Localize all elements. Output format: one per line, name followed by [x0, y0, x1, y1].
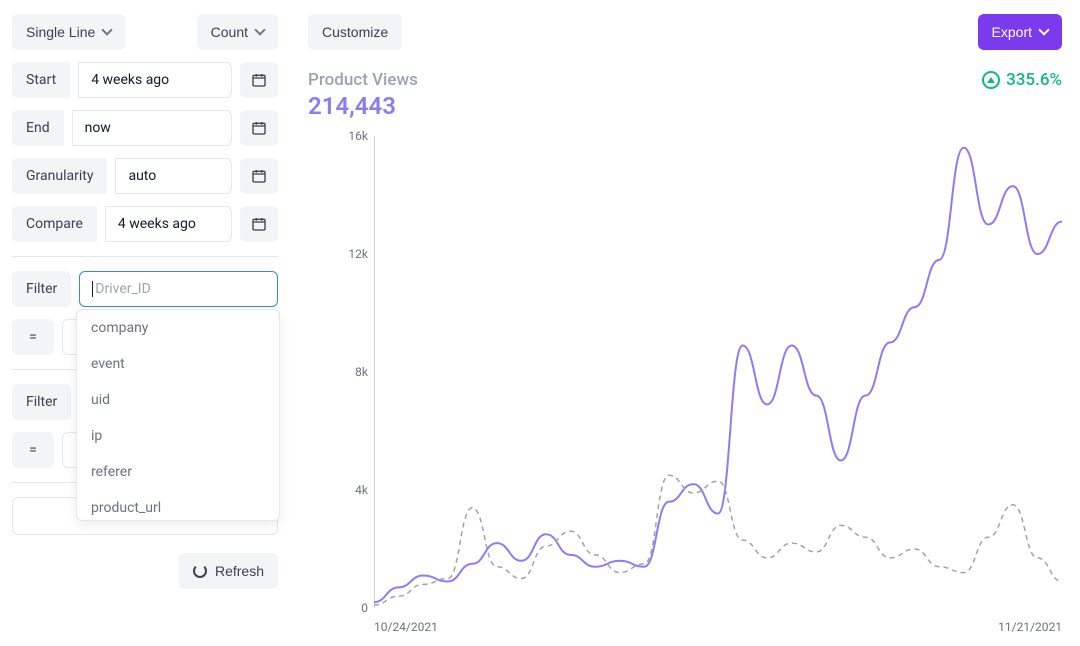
filter-label: Filter	[12, 384, 71, 420]
aggregation-dropdown[interactable]: Count	[197, 14, 278, 50]
start-calendar-button[interactable]	[240, 62, 278, 98]
y-tick: 4k	[355, 483, 368, 497]
export-button[interactable]: Export	[978, 14, 1062, 50]
dropdown-item[interactable]: product_url	[77, 490, 279, 520]
compare-input[interactable]: 4 weeks ago	[105, 206, 232, 242]
x-tick: 10/24/2021	[374, 620, 438, 634]
divider	[12, 256, 278, 257]
main-panel: Customize Export Product Views 214,443 3…	[290, 0, 1080, 646]
chart: 04k8k12k16k 10/24/202111/21/2021	[308, 136, 1062, 632]
granularity-input[interactable]: auto	[115, 158, 232, 194]
filter-label: Filter	[12, 271, 71, 307]
metric-title: Product Views	[308, 70, 418, 90]
y-tick: 12k	[348, 247, 368, 261]
aggregation-label: Count	[211, 24, 248, 40]
dropdown-item[interactable]: ip	[77, 418, 279, 454]
granularity-label: Granularity	[12, 158, 107, 194]
dropdown-item[interactable]: referer	[77, 454, 279, 490]
filter-operator-2[interactable]: =	[12, 432, 54, 468]
end-calendar-button[interactable]	[240, 110, 278, 146]
dropdown-item[interactable]: uid	[77, 382, 279, 418]
filter-field-dropdown: company event uid ip referer product_url	[76, 309, 280, 521]
text-cursor	[92, 281, 93, 297]
calendar-icon	[251, 216, 267, 232]
start-input[interactable]: 4 weeks ago	[78, 62, 232, 98]
chart-series-compare	[374, 475, 1062, 605]
y-tick: 16k	[348, 129, 368, 143]
chevron-down-icon	[1038, 24, 1049, 35]
calendar-icon	[251, 72, 267, 88]
calendar-icon	[251, 168, 267, 184]
filter-field-input[interactable]: Driver_ID	[79, 271, 278, 307]
compare-label: Compare	[12, 206, 97, 242]
start-label: Start	[12, 62, 70, 98]
end-input[interactable]: now	[72, 110, 232, 146]
refresh-icon	[193, 564, 207, 578]
filter-placeholder: Driver_ID	[95, 281, 151, 297]
arrow-up-circle-icon	[982, 71, 1000, 89]
chevron-down-icon	[254, 24, 265, 35]
chart-svg	[374, 136, 1062, 608]
dropdown-item[interactable]: event	[77, 346, 279, 382]
chevron-down-icon	[102, 24, 113, 35]
refresh-label: Refresh	[215, 563, 264, 579]
x-tick: 11/21/2021	[998, 620, 1062, 634]
chart-type-label: Single Line	[26, 24, 95, 40]
chart-type-dropdown[interactable]: Single Line	[12, 14, 125, 50]
compare-calendar-button[interactable]	[240, 206, 278, 242]
filter-operator[interactable]: =	[12, 319, 54, 355]
y-tick: 8k	[355, 365, 368, 379]
end-label: End	[12, 110, 64, 146]
chart-series-current	[374, 148, 1062, 602]
delta-badge: 335.6%	[982, 70, 1062, 90]
refresh-button[interactable]: Refresh	[179, 553, 278, 589]
y-tick: 0	[361, 601, 368, 615]
calendar-icon	[251, 120, 267, 136]
customize-button[interactable]: Customize	[308, 14, 402, 50]
dropdown-item[interactable]: company	[77, 310, 279, 346]
granularity-calendar-button[interactable]	[240, 158, 278, 194]
sidebar: Single Line Count Start 4 weeks ago End …	[0, 0, 290, 646]
delta-value: 335.6%	[1006, 70, 1062, 90]
metric-value: 214,443	[308, 92, 418, 120]
